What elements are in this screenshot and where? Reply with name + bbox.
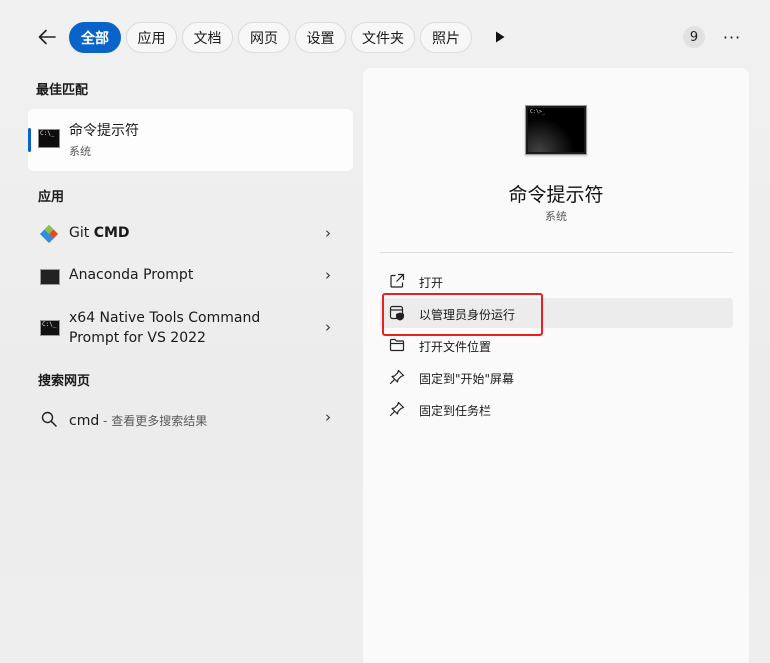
pin-icon bbox=[389, 401, 405, 417]
tab-photos[interactable]: 照片 bbox=[420, 22, 472, 53]
selection-indicator bbox=[28, 128, 31, 152]
web-search-heading: 搜索网页 bbox=[38, 374, 91, 389]
command-prompt-large-icon: C:\>_ bbox=[525, 105, 587, 155]
anaconda-prompt-icon bbox=[40, 269, 60, 285]
chevron-right-icon: › bbox=[325, 224, 331, 242]
vs-tools-label-line1: x64 Native Tools Command bbox=[69, 310, 261, 326]
list-item-vs-tools-prompt[interactable]: C:\_ x64 Native Tools Command Prompt for… bbox=[28, 304, 353, 352]
chevron-right-icon: › bbox=[325, 408, 331, 426]
list-item-anaconda-prompt[interactable]: Anaconda Prompt › bbox=[28, 256, 353, 296]
more-options-button[interactable]: ··· bbox=[718, 22, 746, 52]
search-icon bbox=[41, 411, 57, 427]
pin-icon bbox=[389, 369, 405, 385]
open-external-icon bbox=[390, 273, 405, 288]
git-cmd-label: Git CMD bbox=[69, 225, 130, 241]
action-open[interactable]: 打开 bbox=[380, 266, 733, 296]
folder-icon bbox=[389, 338, 405, 352]
best-match-title: 命令提示符 bbox=[69, 123, 139, 139]
chevron-right-icon: › bbox=[325, 318, 331, 336]
list-item-web-search[interactable]: cmd - 查看更多搜索结果 › bbox=[28, 398, 353, 438]
action-open-label: 打开 bbox=[419, 276, 444, 290]
back-button[interactable] bbox=[30, 22, 64, 52]
vs-tools-label-line2: Prompt for VS 2022 bbox=[69, 330, 206, 346]
command-prompt-icon: C:\_ bbox=[38, 129, 60, 148]
list-item-git-cmd[interactable]: Git CMD › bbox=[28, 214, 353, 254]
apps-heading: 应用 bbox=[38, 190, 65, 205]
action-pin-to-taskbar[interactable]: 固定到任务栏 bbox=[380, 394, 733, 424]
more-tabs-button[interactable] bbox=[486, 22, 514, 52]
play-icon bbox=[496, 31, 505, 43]
action-open-file-location-label: 打开文件位置 bbox=[419, 340, 492, 354]
action-pin-to-start[interactable]: 固定到"开始"屏幕 bbox=[380, 362, 733, 392]
chevron-right-icon: › bbox=[325, 266, 331, 284]
tab-folders[interactable]: 文件夹 bbox=[351, 22, 415, 53]
tab-settings[interactable]: 设置 bbox=[295, 22, 346, 53]
anaconda-prompt-label: Anaconda Prompt bbox=[69, 267, 194, 283]
detail-subtitle: 系统 bbox=[545, 210, 567, 223]
web-search-label: cmd - 查看更多搜索结果 bbox=[69, 413, 208, 429]
action-pin-to-start-label: 固定到"开始"屏幕 bbox=[419, 372, 515, 386]
tab-documents[interactable]: 文档 bbox=[182, 22, 233, 53]
back-arrow-icon bbox=[38, 29, 56, 45]
best-match-card[interactable] bbox=[28, 109, 353, 171]
git-icon bbox=[40, 225, 58, 243]
best-match-subtitle: 系统 bbox=[69, 145, 91, 158]
tab-all[interactable]: 全部 bbox=[69, 22, 121, 53]
action-pin-to-taskbar-label: 固定到任务栏 bbox=[419, 404, 492, 418]
highlight-annotation-box bbox=[382, 293, 543, 336]
tab-web[interactable]: 网页 bbox=[238, 22, 290, 53]
tab-apps[interactable]: 应用 bbox=[126, 22, 177, 53]
vs-tools-prompt-icon: C:\_ bbox=[40, 320, 60, 336]
divider bbox=[380, 252, 733, 253]
detail-title: 命令提示符 bbox=[508, 184, 604, 206]
best-match-heading: 最佳匹配 bbox=[36, 83, 89, 98]
rewards-badge[interactable]: 9 bbox=[683, 26, 705, 48]
